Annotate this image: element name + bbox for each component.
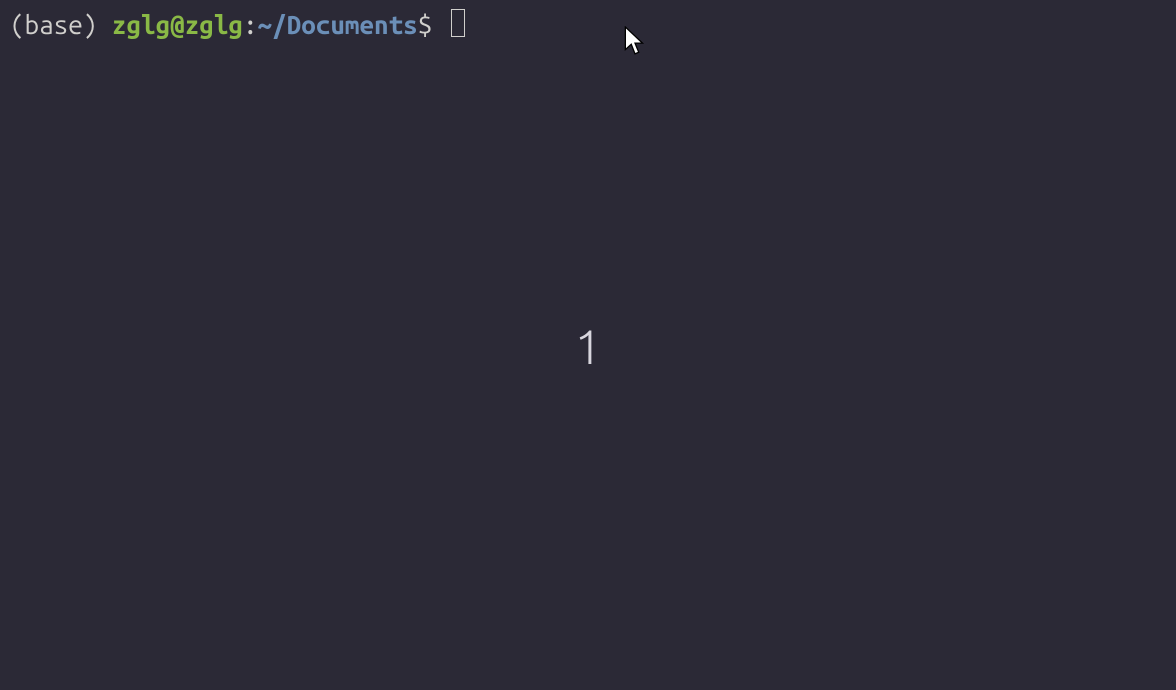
- terminal-area[interactable]: (base) zglg@zglg:~/Documents$ 1: [0, 0, 1176, 690]
- user-host: zglg@zglg: [112, 8, 243, 42]
- prompt-line: (base) zglg@zglg:~/Documents$: [10, 8, 1166, 42]
- conda-env-prefix: (base): [10, 8, 112, 42]
- terminal-cursor: [451, 9, 465, 37]
- workspace-indicator: 1: [574, 320, 601, 374]
- prompt-colon: :: [243, 8, 258, 42]
- current-path: ~/Documents: [258, 8, 418, 42]
- prompt-dollar: $: [418, 8, 447, 42]
